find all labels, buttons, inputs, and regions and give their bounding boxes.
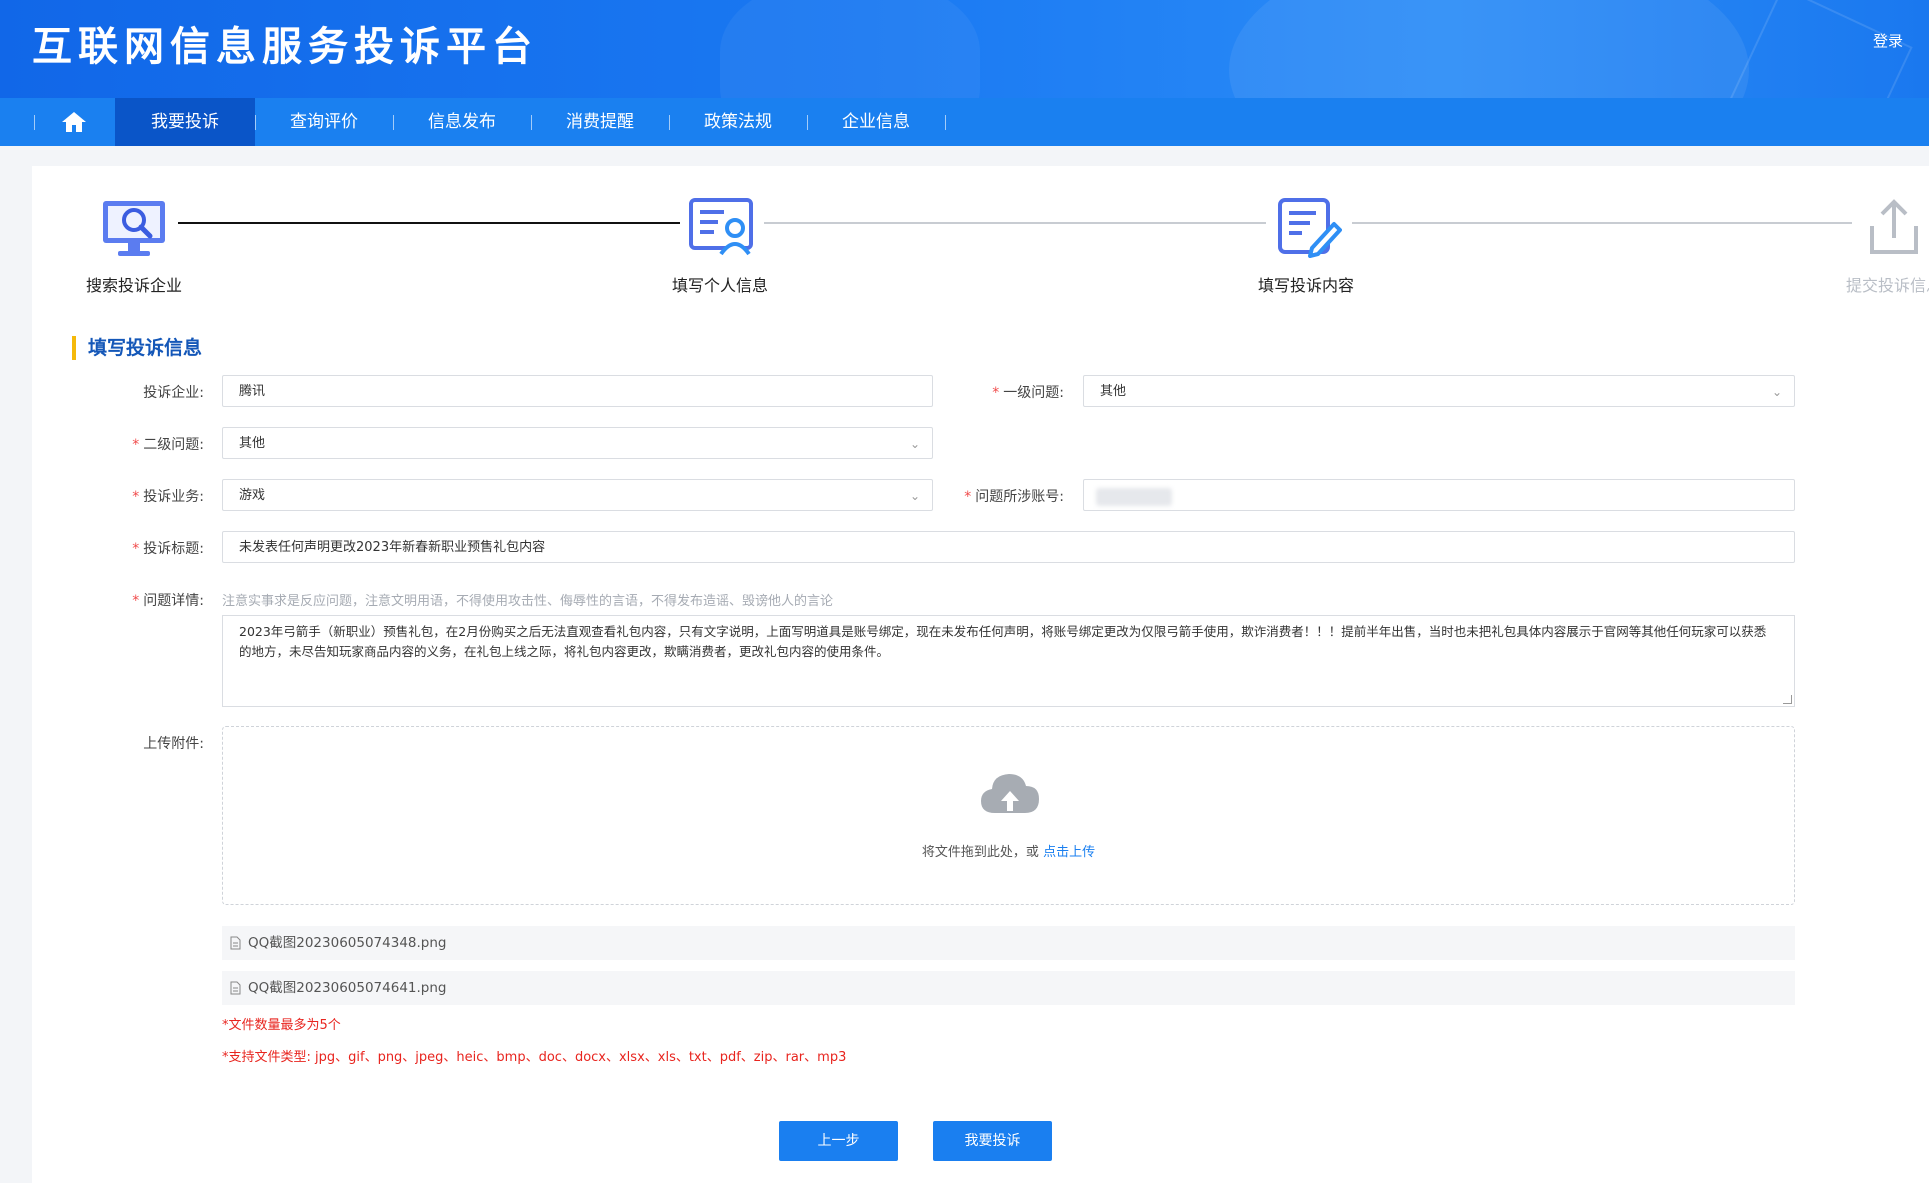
account-field[interactable] bbox=[1083, 479, 1795, 511]
nav-item-company[interactable]: 企业信息 bbox=[807, 98, 945, 146]
prev-step-button[interactable]: 上一步 bbox=[779, 1121, 898, 1161]
cloud-upload-icon bbox=[981, 774, 1039, 813]
document-icon bbox=[230, 981, 241, 995]
nav-separator bbox=[34, 115, 35, 130]
step-3-label: 填写投诉内容 bbox=[1258, 276, 1355, 295]
account-label: * 问题所涉账号: bbox=[964, 489, 1064, 505]
header-decoration bbox=[1229, 0, 1749, 98]
login-link[interactable]: 登录 bbox=[1873, 30, 1903, 51]
step-4 bbox=[1866, 198, 1922, 262]
business-label: * 投诉业务: bbox=[132, 489, 204, 505]
step-3 bbox=[1276, 196, 1342, 262]
step-2 bbox=[688, 196, 756, 262]
file-item[interactable]: QQ截图20230605074348.png bbox=[222, 926, 1795, 960]
detail-hint: 注意实事求是反应问题，注意文明用语，不得使用攻击性、侮辱性的言语，不得发布造谣、… bbox=[222, 594, 834, 609]
level1-select[interactable]: 其他 ⌄ bbox=[1083, 375, 1795, 407]
step-connector-done bbox=[178, 222, 680, 224]
detail-label: * 问题详情: bbox=[132, 593, 204, 609]
main-nav: 我要投诉 查询评价 信息发布 消费提醒 政策法规 企业信息 bbox=[0, 98, 1929, 146]
step-4-label: 提交投诉信息 bbox=[1846, 276, 1929, 295]
nav-item-complaint[interactable]: 我要投诉 bbox=[115, 98, 255, 146]
header-decoration bbox=[720, 0, 980, 98]
company-field[interactable]: 腾讯 bbox=[222, 375, 933, 407]
business-select[interactable]: 游戏 ⌄ bbox=[222, 479, 933, 511]
edit-document-icon bbox=[1278, 198, 1342, 258]
submit-complaint-button[interactable]: 我要投诉 bbox=[933, 1121, 1052, 1161]
file-limit-note: *文件数量最多为5个 bbox=[222, 1018, 341, 1033]
level2-select[interactable]: 其他 ⌄ bbox=[222, 427, 933, 459]
upload-instructions: 将文件拖到此处，或 点击上传 bbox=[921, 845, 1096, 860]
upload-dropzone[interactable]: 将文件拖到此处，或 点击上传 bbox=[222, 726, 1795, 905]
upload-label: 上传附件: bbox=[143, 736, 204, 752]
home-icon bbox=[62, 112, 86, 132]
company-label: 投诉企业: bbox=[143, 385, 204, 401]
search-monitor-icon bbox=[103, 201, 165, 256]
chevron-down-icon: ⌄ bbox=[1771, 385, 1782, 399]
step-connector bbox=[764, 222, 1266, 224]
site-header: 互联网信息服务投诉平台 登录 bbox=[0, 0, 1929, 98]
upload-share-icon bbox=[1870, 199, 1918, 254]
resize-handle[interactable] bbox=[1783, 695, 1792, 704]
site-title: 互联网信息服务投诉平台 bbox=[32, 24, 538, 70]
nav-item-policy[interactable]: 政策法规 bbox=[669, 98, 807, 146]
level1-label: * 一级问题: bbox=[992, 385, 1064, 401]
nav-home[interactable] bbox=[44, 98, 104, 146]
level2-label: * 二级问题: bbox=[132, 437, 204, 453]
subject-field[interactable]: 未发表任何声明更改2023年新春新职业预售礼包内容 bbox=[222, 531, 1795, 563]
redacted-account bbox=[1096, 488, 1172, 506]
section-title: 填写投诉信息 bbox=[72, 336, 202, 360]
document-icon bbox=[230, 936, 241, 950]
nav-separator bbox=[945, 115, 946, 130]
step-1-label: 搜索投诉企业 bbox=[86, 276, 183, 295]
nav-item-publish[interactable]: 信息发布 bbox=[393, 98, 531, 146]
subject-label: * 投诉标题: bbox=[132, 541, 204, 557]
file-item[interactable]: QQ截图20230605074641.png bbox=[222, 971, 1795, 1005]
chevron-down-icon: ⌄ bbox=[909, 437, 920, 451]
step-connector bbox=[1352, 222, 1852, 224]
click-upload-link[interactable]: 点击上传 bbox=[1043, 845, 1095, 860]
nav-item-query[interactable]: 查询评价 bbox=[255, 98, 393, 146]
file-type-note: *支持文件类型: jpg、gif、png、jpeg、heic、bmp、doc、d… bbox=[222, 1050, 847, 1065]
detail-textarea[interactable]: 2023年弓箭手（新职业）预售礼包，在2月份购买之后无法直观查看礼包内容，只有文… bbox=[222, 615, 1795, 707]
nav-item-consumer-alert[interactable]: 消费提醒 bbox=[531, 98, 669, 146]
step-1 bbox=[100, 196, 168, 264]
person-form-icon bbox=[689, 198, 753, 256]
step-2-label: 填写个人信息 bbox=[672, 276, 769, 295]
